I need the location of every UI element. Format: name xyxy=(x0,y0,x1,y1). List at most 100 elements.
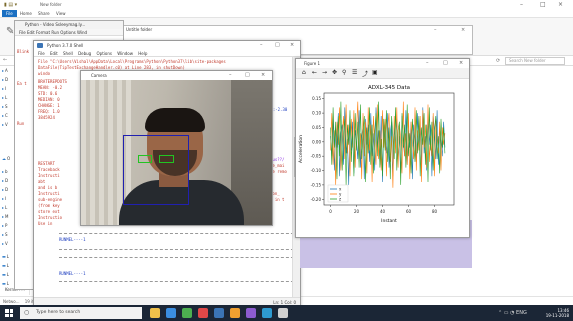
menu-window[interactable]: Window xyxy=(117,51,133,56)
explorer-search-input[interactable]: ⟳ Search New folder xyxy=(496,57,565,65)
back-icon[interactable]: ← xyxy=(312,69,317,76)
figure-titlebar: Figure 1 – □ × xyxy=(296,59,469,68)
nav-item[interactable]: ▸A xyxy=(2,68,8,73)
menu-debug[interactable]: Debug xyxy=(78,51,91,56)
nav-item[interactable]: ▸C xyxy=(2,113,8,118)
system-tray-icons[interactable]: ⌃ ▭ ◔ ENG xyxy=(498,310,527,316)
pan-icon[interactable]: ✥ xyxy=(332,69,337,76)
minimize-icon[interactable]: – xyxy=(520,1,523,8)
taskbar-app-icon[interactable] xyxy=(198,308,208,318)
tab-home[interactable]: Home xyxy=(16,10,36,17)
legend-box xyxy=(327,184,349,203)
edit-curve-icon[interactable]: ⤴ xyxy=(362,69,368,78)
menu-file[interactable]: File xyxy=(38,51,45,56)
y-axis-label: Acceleration xyxy=(298,135,304,163)
close-icon[interactable]: × xyxy=(558,1,563,8)
menu-options[interactable]: Options xyxy=(97,51,112,56)
nav-item[interactable]: ▬L xyxy=(2,272,9,277)
x-tick-label: 60 xyxy=(406,209,412,214)
maximize-icon[interactable]: □ xyxy=(275,41,280,50)
x-tick-label: 80 xyxy=(432,209,438,214)
figure-title: Figure 1 xyxy=(304,61,321,66)
folder-icon: ▸ xyxy=(2,95,5,100)
menu-shell[interactable]: Shell xyxy=(63,51,73,56)
minimize-icon[interactable]: – xyxy=(434,26,437,34)
taskbar-app-icon[interactable] xyxy=(230,308,240,318)
menu-help[interactable]: Help xyxy=(138,51,147,56)
shell-menu: File Edit Shell Debug Options Window Hel… xyxy=(34,50,300,57)
nav-item[interactable]: ▸S xyxy=(2,104,8,109)
nav-item[interactable]: ▸M xyxy=(2,214,8,219)
nav-item[interactable]: ▸L xyxy=(2,205,7,210)
nav-item[interactable]: ▸S xyxy=(2,232,8,237)
tab-view[interactable]: View xyxy=(52,10,70,17)
maximize-icon[interactable]: □ xyxy=(540,1,546,8)
shell-divider xyxy=(59,281,299,282)
system-clock[interactable]: 13:46 19-11-2018 xyxy=(546,308,569,318)
tab-file[interactable]: File xyxy=(2,10,17,17)
taskbar-app-icon[interactable] xyxy=(246,308,256,318)
nav-item[interactable]: ▬L xyxy=(2,263,9,268)
shell-prompt: RUNMEL----1 xyxy=(59,237,86,242)
close-icon[interactable]: × xyxy=(290,41,294,50)
idle-title: Python - Video Ssleeymag.ly... xyxy=(15,21,123,29)
taskbar-app-icon[interactable] xyxy=(150,308,160,318)
x-tick-label: 40 xyxy=(380,209,386,214)
close-icon[interactable]: × xyxy=(261,71,265,80)
taskbar-search-input[interactable]: ○ Type here to search xyxy=(20,307,142,319)
folder-icon: ▸ xyxy=(2,86,5,91)
maximize-icon[interactable]: □ xyxy=(245,71,250,80)
shell-line: windo xyxy=(38,71,51,76)
nav-item[interactable]: ▸D xyxy=(2,187,8,192)
camera-window: Camera – □ × xyxy=(80,70,273,226)
nav-item[interactable]: ▸I xyxy=(2,86,6,91)
nav-item[interactable]: ▸I xyxy=(2,196,6,201)
menu-edit[interactable]: Edit xyxy=(50,51,58,56)
minimize-icon[interactable]: – xyxy=(260,41,263,50)
folder-icon: ▸ xyxy=(2,169,5,174)
person-hair xyxy=(145,108,205,132)
minimize-icon[interactable]: – xyxy=(426,59,429,68)
nav-item[interactable]: ▸L xyxy=(2,95,7,100)
shell-prompt: RUNMEL----1 xyxy=(59,271,86,276)
nav-item[interactable]: ▸V xyxy=(2,241,8,246)
back-arrow-icon[interactable]: ← xyxy=(3,57,7,63)
x-tick-label: 0 xyxy=(329,209,332,214)
nav-item[interactable]: ▸P xyxy=(2,223,7,228)
nav-item[interactable]: ▸D xyxy=(2,77,8,82)
maximize-icon[interactable]: □ xyxy=(443,59,448,68)
nav-item[interactable]: ▬L xyxy=(2,254,9,259)
save-icon[interactable]: ▣ xyxy=(372,69,378,76)
zoom-icon[interactable]: ⚲ xyxy=(342,69,346,76)
close-icon[interactable]: × xyxy=(459,59,463,68)
nav-item[interactable]: ☁O xyxy=(2,156,10,161)
nav-item[interactable]: ▬L xyxy=(2,281,9,286)
nav-item[interactable]: ▸D xyxy=(2,178,8,183)
folder-icon: ▸ xyxy=(2,178,5,183)
taskbar-app-icon[interactable] xyxy=(214,308,224,318)
close-icon[interactable]: × xyxy=(461,26,465,34)
tab-share[interactable]: Share xyxy=(34,10,54,17)
forward-icon[interactable]: → xyxy=(322,69,327,76)
idle-menu[interactable]: File Edit Format Run Options Wind xyxy=(15,29,123,36)
y-tick-label: -0.20 xyxy=(311,197,322,202)
explorer-title: New folder xyxy=(40,2,62,7)
chart-title: ADXL-345 Data xyxy=(368,85,410,91)
taskbar-app-icon[interactable] xyxy=(166,308,176,318)
taskbar-app-icon[interactable] xyxy=(182,308,192,318)
quick-access-icon[interactable]: ▮ ▤ ▾ xyxy=(4,2,17,8)
home-icon[interactable]: ⌂ xyxy=(302,69,306,76)
shell-divider xyxy=(59,257,299,258)
nav-item[interactable]: ▸b xyxy=(2,169,8,174)
minimize-icon[interactable]: – xyxy=(229,71,232,80)
configure-icon[interactable]: ☰ xyxy=(352,69,357,76)
legend-label-z: z xyxy=(339,197,341,202)
nav-item[interactable]: ▸V xyxy=(2,122,8,127)
taskbar-app-icon[interactable] xyxy=(278,308,288,318)
right-eye-detection-box xyxy=(159,155,174,163)
y-tick-label: 0.05 xyxy=(312,125,321,130)
folder-icon: ▸ xyxy=(2,214,5,219)
taskbar-app-icon[interactable] xyxy=(262,308,272,318)
shell-divider xyxy=(59,233,299,234)
start-button[interactable] xyxy=(5,309,13,317)
